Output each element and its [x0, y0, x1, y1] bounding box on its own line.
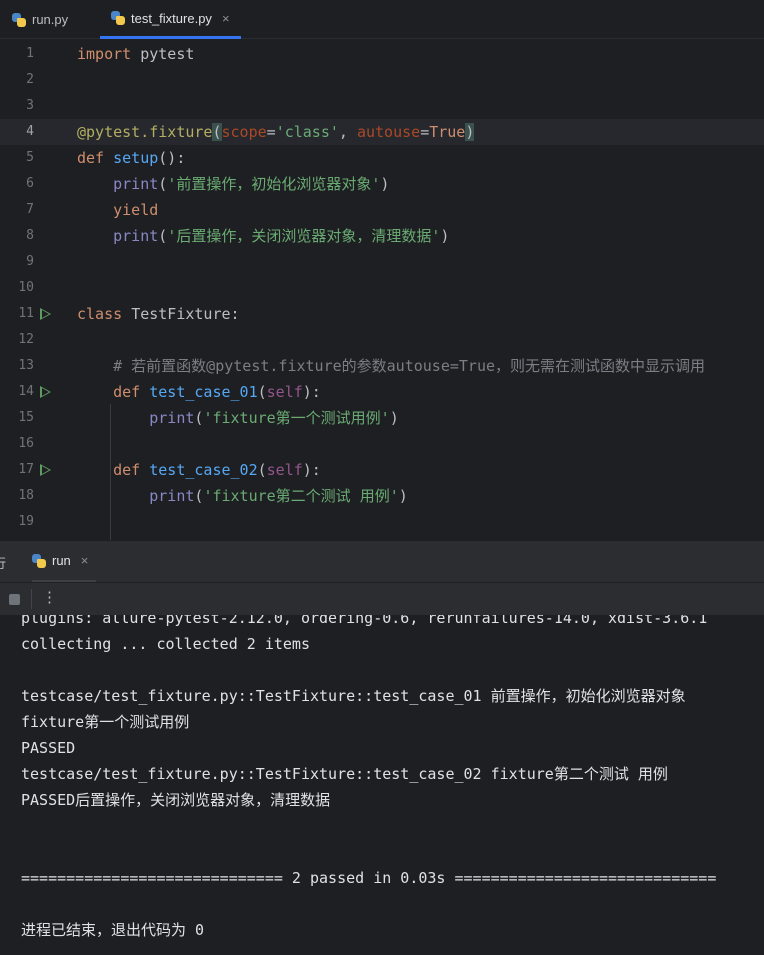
- run-test-icon[interactable]: [40, 308, 51, 320]
- console-line: PASSED后置操作，关闭浏览器对象，清理数据: [21, 791, 331, 809]
- console-line: fixture第一个测试用例: [21, 713, 190, 731]
- tab-label: test_fixture.py: [131, 10, 212, 26]
- code-line: 2: [0, 67, 764, 93]
- line-number: 4: [26, 124, 34, 139]
- line-number: 15: [18, 410, 34, 425]
- code-line: 18 print('fixture第二个测试 用例'): [0, 483, 764, 509]
- code-line: 1 import pytest: [0, 41, 764, 67]
- line-number: 16: [18, 436, 34, 451]
- line-number: 12: [18, 332, 34, 347]
- code-line: 12: [0, 327, 764, 353]
- tab-test-fixture-py[interactable]: test_fixture.py ×: [100, 0, 241, 39]
- run-tool-window-header: 行 run ×: [0, 540, 764, 582]
- console-line: testcase/test_fixture.py::TestFixture::t…: [21, 765, 668, 783]
- run-tab-label: run: [52, 553, 71, 568]
- python-file-icon: [32, 553, 46, 568]
- line-number: 8: [26, 228, 34, 243]
- code-line: 11 class TestFixture:: [0, 301, 764, 327]
- code-line: 10: [0, 275, 764, 301]
- tab-label: run.py: [32, 12, 69, 27]
- stop-icon[interactable]: [9, 594, 20, 605]
- code-line: 15 print('fixture第一个测试用例'): [0, 405, 764, 431]
- line-number: 1: [26, 46, 34, 61]
- code-editor[interactable]: 1 import pytest 2 3 4 @pytest.fixture(sc…: [0, 40, 764, 540]
- close-icon[interactable]: ×: [222, 11, 230, 26]
- run-console-output[interactable]: plugins: allure-pytest-2.12.0, ordering-…: [0, 615, 764, 955]
- console-line: collecting ... collected 2 items: [21, 635, 310, 653]
- line-number: 7: [26, 202, 34, 217]
- code-line: 19: [0, 509, 764, 535]
- line-number: 10: [18, 280, 34, 295]
- console-line: plugins: allure-pytest-2.12.0, ordering-…: [21, 615, 708, 627]
- line-number: 19: [18, 514, 34, 529]
- line-number: 11: [18, 306, 34, 321]
- console-summary-line: ============================= 2 passed i…: [21, 869, 717, 887]
- code-line: 14 def test_case_01(self):: [0, 379, 764, 405]
- code-line: 9: [0, 249, 764, 275]
- code-line: 17 def test_case_02(self):: [0, 457, 764, 483]
- more-options-icon[interactable]: ⋮: [42, 588, 57, 606]
- process-exit-line: 进程已结束，退出代码为 0: [21, 921, 205, 939]
- toolbar-separator: [31, 589, 32, 609]
- close-icon[interactable]: ×: [81, 553, 89, 568]
- line-number: 2: [26, 72, 34, 87]
- python-file-icon: [111, 11, 125, 25]
- code-line-current: 4 @pytest.fixture(scope='class', autouse…: [0, 119, 764, 145]
- code-line: 8 print('后置操作，关闭浏览器对象，清理数据'): [0, 223, 764, 249]
- tab-run[interactable]: run ×: [32, 541, 97, 582]
- line-number: 14: [18, 384, 34, 399]
- code-line: 7 yield: [0, 197, 764, 223]
- tab-run-py[interactable]: run.py: [12, 0, 68, 39]
- code-line: 6 print('前置操作，初始化浏览器对象'): [0, 171, 764, 197]
- editor-tab-bar: run.py test_fixture.py ×: [0, 0, 764, 39]
- line-number: 3: [26, 98, 34, 113]
- run-toolbar: ⋮: [0, 582, 764, 615]
- line-number: 5: [26, 150, 34, 165]
- console-line: testcase/test_fixture.py::TestFixture::t…: [21, 687, 686, 705]
- python-file-icon: [12, 12, 26, 27]
- line-number: 9: [26, 254, 34, 269]
- line-number: 13: [18, 358, 34, 373]
- line-number: 17: [18, 462, 34, 477]
- line-number: 6: [26, 176, 34, 191]
- code-line: 3: [0, 93, 764, 119]
- console-line: PASSED: [21, 739, 76, 757]
- line-number: 18: [18, 488, 34, 503]
- code-line: 13 # 若前置函数@pytest.fixture的参数autouse=True…: [0, 353, 764, 379]
- run-test-icon[interactable]: [40, 386, 51, 398]
- code-line: 16: [0, 431, 764, 457]
- run-test-icon[interactable]: [40, 464, 51, 476]
- tool-window-title: 行: [0, 553, 6, 572]
- code-line: 5 def setup():: [0, 145, 764, 171]
